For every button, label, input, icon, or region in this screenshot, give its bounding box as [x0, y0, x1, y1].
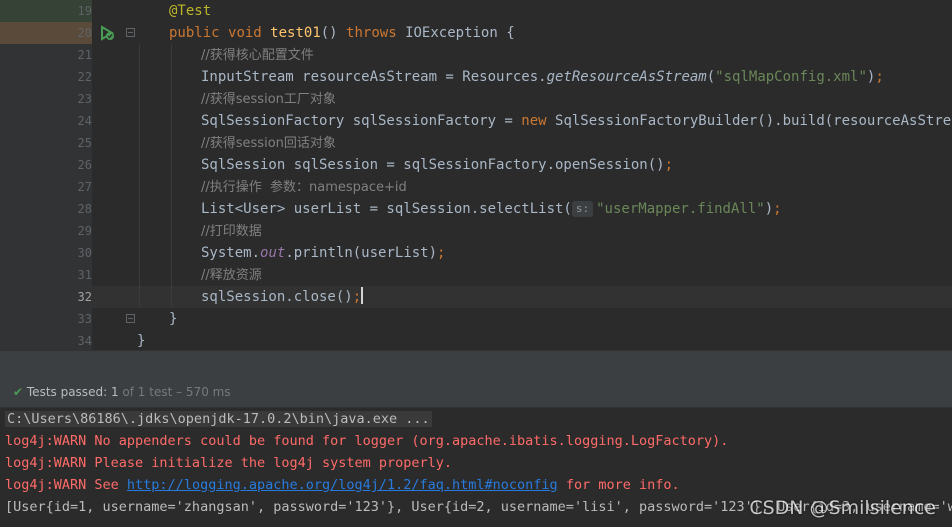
line-number: 25 [77, 136, 92, 150]
line-number: 34 [77, 334, 92, 348]
tests-total: of 1 test [122, 385, 173, 399]
semicolon-token: ; [437, 245, 446, 261]
code-line-23[interactable]: //获得session工厂对象 [201, 88, 336, 110]
exception-token: IOException { [405, 25, 515, 41]
comment-token: //打印数据 [201, 224, 262, 239]
code-token: List<User> userList = sqlSession.selectL… [201, 201, 572, 217]
line-number: 20 [77, 26, 92, 40]
code-line-31[interactable]: //释放资源 [201, 264, 262, 286]
semicolon-token: ; [773, 201, 782, 217]
static-field-token: out [260, 245, 286, 261]
code-line-28[interactable]: List<User> userList = sqlSession.selectL… [201, 198, 782, 220]
code-line-27[interactable]: //执行操作 参数：namespace+id [201, 176, 407, 198]
tests-passed-label: Tests passed: [26, 385, 108, 399]
line-number: 31 [77, 268, 92, 282]
indent-guide [171, 44, 172, 308]
keyword-token: void [228, 25, 262, 41]
code-token: sqlSession.close() [201, 289, 353, 305]
comment-token: //执行操作 参数：namespace+id [201, 180, 407, 195]
comment-token: //获得session回话对象 [201, 136, 336, 151]
method-name-token: test01 [270, 25, 321, 41]
code-token: System. [201, 245, 261, 261]
paren-token: () [320, 25, 338, 41]
run-test-icon[interactable] [99, 25, 115, 41]
keyword-token: new [521, 113, 547, 129]
code-line-21[interactable]: //获得核心配置文件 [201, 44, 314, 66]
text-caret [361, 287, 364, 304]
code-token: InputStream resourceAsStream = Resources… [201, 69, 547, 85]
comment-token: //获得核心配置文件 [201, 48, 314, 63]
semicolon-token: ; [352, 289, 362, 305]
panel-splitter[interactable] [0, 350, 952, 380]
indent-guide [139, 44, 140, 308]
parameter-hint: s: [571, 201, 594, 217]
code-token: .println(userList) [285, 245, 438, 261]
code-line-20[interactable]: public void test01() throws IOException … [169, 22, 515, 44]
code-line-26[interactable]: SqlSession sqlSession = sqlSessionFactor… [201, 154, 673, 176]
paren-token: ( [706, 69, 716, 85]
code-line-25[interactable]: //获得session回话对象 [201, 132, 336, 154]
console-line-command: C:\Users\86186\.jdks\openjdk-17.0.2\bin\… [5, 408, 432, 430]
console-line-warn: log4j:WARN No appenders could be found f… [5, 433, 729, 449]
line-number: 23 [77, 92, 92, 106]
semicolon-token: ; [664, 157, 674, 173]
code-line-33[interactable]: } [169, 308, 177, 330]
line-number: 33 [77, 312, 92, 326]
fold-open-icon[interactable] [126, 28, 135, 37]
test-status-bar: ✔ Tests passed: 1 of 1 test – 570 ms [0, 379, 952, 408]
paren-token: ) [764, 201, 774, 217]
keyword-token: public [169, 25, 220, 41]
code-line-34[interactable]: } [137, 330, 145, 350]
test-time: – 570 ms [176, 385, 231, 399]
line-number: 19 [77, 4, 92, 18]
code-line-24[interactable]: SqlSessionFactory sqlSessionFactory = ne… [201, 110, 952, 132]
code-token: SqlSession sqlSession = sqlSessionFactor… [201, 157, 665, 173]
warn-text: log4j:WARN See [5, 477, 127, 493]
command-text: C:\Users\86186\.jdks\openjdk-17.0.2\bin\… [5, 411, 432, 427]
brace-token: } [137, 333, 146, 349]
warn-text: for more info. [557, 477, 680, 493]
console-line-warn: log4j:WARN See http://logging.apache.org… [5, 474, 680, 496]
code-editor[interactable]: 19 20 21 22 23 24 25 26 27 28 29 30 31 3… [0, 0, 952, 350]
code-token: SqlSessionFactoryBuilder().build(resourc… [546, 113, 952, 129]
brace-token: } [169, 311, 178, 327]
code-line-29[interactable]: //打印数据 [201, 220, 262, 242]
watermark: CSDN @Smilsilence [749, 497, 936, 519]
noconfig-link[interactable]: http://logging.apache.org/log4j/1.2/faq.… [127, 477, 558, 493]
line-number: 24 [77, 114, 92, 128]
tests-passed-count: 1 [110, 385, 119, 399]
code-line-30[interactable]: System.out.println(userList); [201, 242, 445, 264]
code-line-32[interactable]: sqlSession.close(); [201, 286, 364, 308]
static-method-token: getResourceAsStream [546, 69, 707, 85]
line-number: 30 [77, 246, 92, 260]
line-number: 28 [77, 202, 92, 216]
string-token: "sqlMapConfig.xml" [715, 69, 867, 85]
code-line-22[interactable]: InputStream resourceAsStream = Resources… [201, 66, 884, 88]
line-number-current: 32 [77, 290, 92, 304]
line-number: 29 [77, 224, 92, 238]
fold-close-icon[interactable] [126, 314, 135, 323]
annotation-token: @Test [169, 3, 212, 19]
line-number: 26 [77, 158, 92, 172]
comment-token: //释放资源 [201, 268, 262, 283]
keyword-token: throws [346, 25, 397, 41]
line-number: 22 [77, 70, 92, 84]
check-icon: ✔ [13, 385, 24, 399]
code-token: SqlSessionFactory sqlSessionFactory = [201, 113, 522, 129]
test-status: ✔ Tests passed: 1 of 1 test – 570 ms [13, 385, 231, 399]
code-line-19[interactable]: @Test [169, 0, 211, 22]
semicolon-token: ; [875, 69, 884, 85]
console-line-warn: log4j:WARN Please initialize the log4j s… [5, 455, 453, 471]
line-number: 21 [77, 48, 92, 62]
line-number: 27 [77, 180, 92, 194]
comment-token: //获得session工厂对象 [201, 92, 336, 107]
string-token: "userMapper.findAll" [596, 201, 765, 217]
